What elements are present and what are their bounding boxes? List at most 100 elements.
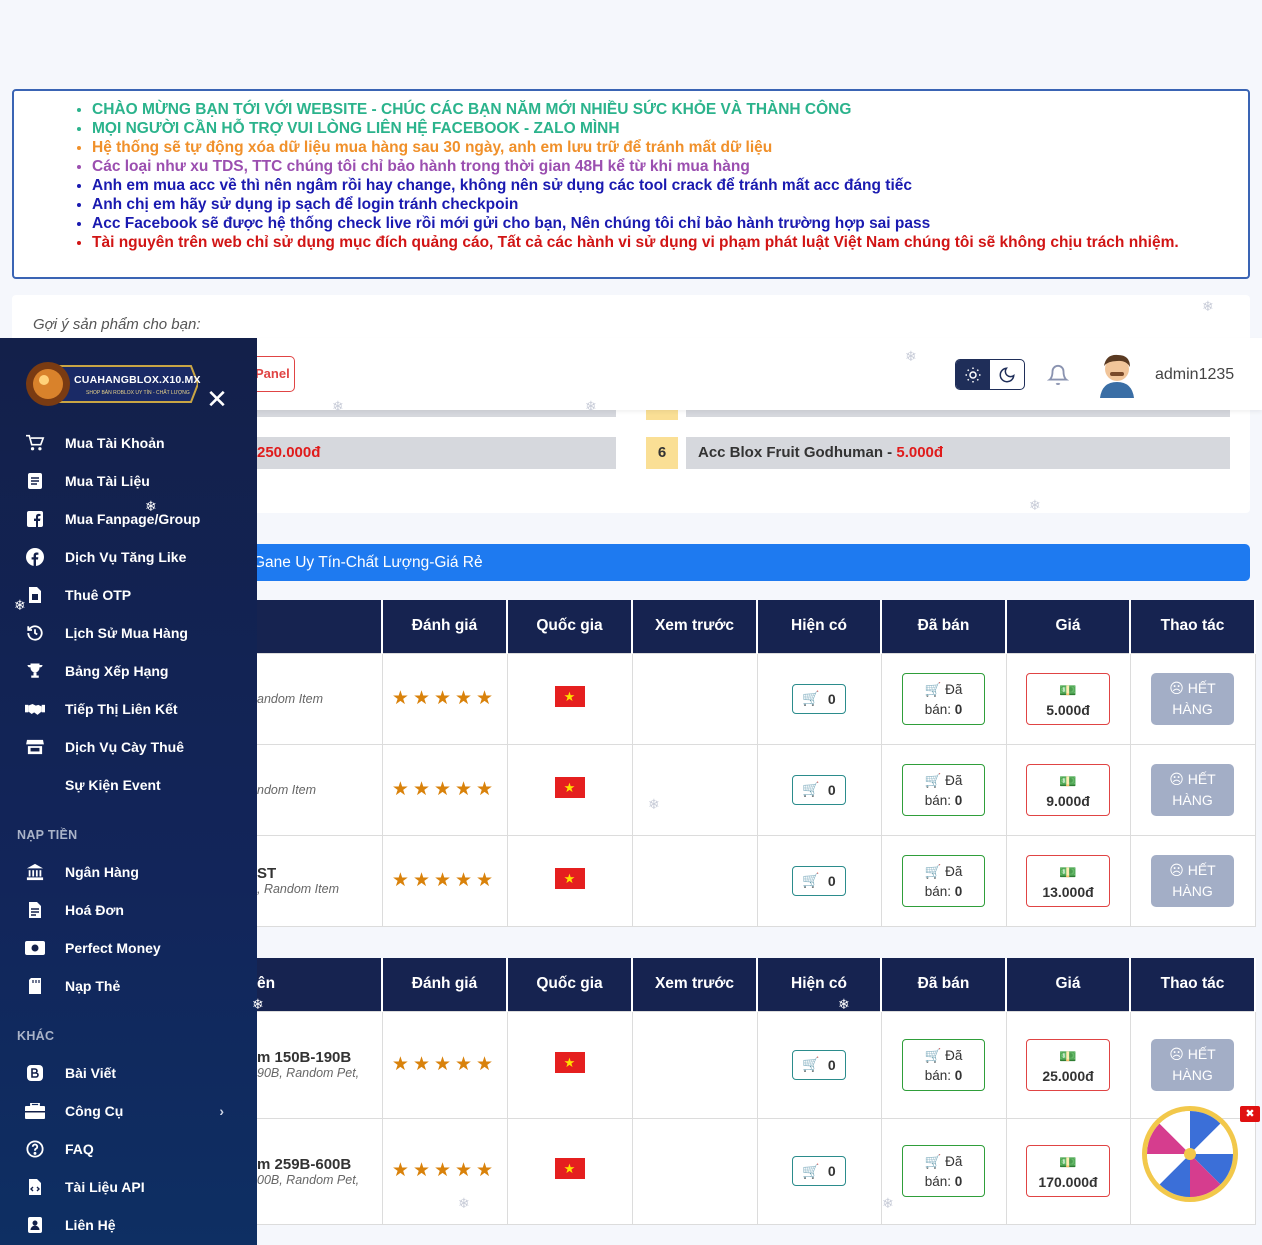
username[interactable]: admin1235: [1155, 366, 1234, 384]
sidebar-item-label: Nạp Thẻ: [65, 978, 121, 994]
sidebar-item-buy-docs[interactable]: Mua Tài Liệu: [0, 462, 257, 500]
out-of-stock-button[interactable]: ☹ HẾT HÀNG: [1151, 672, 1234, 725]
sidebar-item-bank[interactable]: Ngân Hàng: [0, 853, 257, 891]
stock-badge: 🛒 0: [792, 1049, 846, 1080]
sidebar-item-label: Tiếp Thị Liên Kết: [65, 701, 178, 717]
sold-badge: 🛒 Đã bán: 0: [902, 854, 985, 907]
out-of-stock-button[interactable]: ☹ HẾT HÀNG: [1151, 854, 1234, 907]
col-country: Quốc gia: [507, 600, 633, 653]
out-label-2: HÀNG: [1172, 700, 1213, 717]
product-table: Đánh giá Quốc gia Xem trước Hiện có Đã b…: [257, 600, 1256, 927]
rating-stars: ★★★★★: [391, 1053, 498, 1075]
suggest-item-price: 250.000đ: [257, 444, 321, 461]
sidebar-item-blog[interactable]: Bài Viết: [0, 1054, 257, 1092]
sidebar-item-label: Mua Tài Khoản: [65, 435, 165, 451]
sidebar-item-like-service[interactable]: Dịch Vụ Tăng Like: [0, 538, 257, 576]
stock-count: 0: [827, 781, 836, 798]
price-badge: 💵 13.000đ: [1026, 854, 1110, 907]
out-of-stock-button[interactable]: ☹ HẾT HÀNG: [1151, 763, 1234, 816]
vietnam-flag-icon: [554, 776, 585, 798]
vietnam-flag-icon: [554, 867, 585, 889]
sidebar-item-label: Dịch Vụ Tăng Like: [65, 549, 187, 565]
sidebar-item-affiliate[interactable]: Tiếp Thị Liên Kết: [0, 690, 257, 728]
snowflake-icon: ❄: [882, 1195, 894, 1211]
preview-cell: [631, 834, 758, 927]
col-sold: Đã bán: [881, 600, 1007, 653]
event-icon: [25, 775, 45, 795]
avatar[interactable]: [1096, 352, 1138, 398]
sold-count: 0: [954, 792, 963, 808]
sold-badge: 🛒 Đã bán: 0: [902, 1038, 985, 1091]
stock-badge: 🛒 0: [792, 1156, 846, 1186]
col-preview: Xem trước: [632, 600, 758, 653]
out-label: HẾT: [1187, 1045, 1216, 1062]
sidebar-item-label: Lịch Sử Mua Hàng: [65, 625, 188, 641]
sidebar-item-buy-fanpage[interactable]: Mua Fanpage/Group: [0, 500, 257, 538]
sidebar-item-contact[interactable]: Liên Hệ: [0, 1206, 257, 1244]
lucky-wheel[interactable]: [1140, 1104, 1240, 1204]
table-row: m 150B-190B90B, Random Pet, ★★★★★ 🛒0 🛒 Đ…: [257, 1010, 1256, 1119]
stock-count: 0: [827, 1163, 836, 1179]
sold-badge: 🛒 Đã bán: 0: [902, 763, 985, 816]
notice-line: MỌI NGƯỜI CẦN HỖ TRỢ VUI LÒNG LIÊN HỆ FA…: [92, 119, 1248, 138]
sidebar-item-tools[interactable]: Công Cụ ›: [0, 1092, 257, 1130]
contact-icon: [25, 1215, 45, 1235]
suggest-item-number: 6: [646, 437, 678, 469]
col-price: Giá: [1006, 958, 1131, 1011]
sold-count: 0: [954, 701, 963, 717]
sad-face-icon: ☹: [1169, 861, 1188, 878]
sidebar-item-buy-account[interactable]: Mua Tài Khoản: [0, 424, 257, 462]
sold-label-2: bán:: [924, 883, 951, 899]
sun-icon[interactable]: [956, 360, 990, 389]
cart-icon: 🛒: [924, 681, 946, 697]
sidebar-item-event[interactable]: Sự Kiện Event: [0, 766, 257, 804]
site-logo[interactable]: CUAHANGBLOX.X10.MX SHOP BÁN ROBLOX UY TÍ…: [26, 356, 201, 412]
snowflake-icon: ❄: [332, 398, 344, 414]
suggest-item-price: 5.000đ: [896, 444, 944, 461]
col-sold: Đã bán: [881, 958, 1007, 1011]
sidebar-item-otp[interactable]: Thuê OTP: [0, 576, 257, 614]
sidebar-item-perfect-money[interactable]: Perfect Money: [0, 929, 257, 967]
col-rating: Đánh giá: [382, 600, 508, 653]
price-badge: 💵 25.000đ: [1026, 1038, 1110, 1091]
sidebar-item-invoice[interactable]: Hoá Đơn: [0, 891, 257, 929]
close-sidebar-icon[interactable]: ✕: [205, 386, 229, 412]
money-icon: 💵: [1059, 863, 1077, 880]
out-of-stock-button[interactable]: ☹ HẾT HÀNG: [1151, 1038, 1234, 1091]
sidebar-item-faq[interactable]: FAQ: [0, 1130, 257, 1168]
sidebar-item-api-docs[interactable]: Tài Liệu API: [0, 1168, 257, 1206]
snowflake-icon: ❄: [585, 398, 597, 414]
product-desc: 90B, Random Pet,: [257, 1066, 360, 1080]
col-rating: Đánh giá: [382, 958, 508, 1011]
sold-label-2: bán:: [924, 1067, 951, 1083]
preview-cell: [631, 1010, 758, 1119]
wheel-close-icon[interactable]: ✖: [1240, 1106, 1260, 1122]
sold-badge: 🛒 Đã bán: 0: [902, 672, 985, 725]
sidebar-item-history[interactable]: Lịch Sử Mua Hàng: [0, 614, 257, 652]
sidebar-item-ranking[interactable]: Bảng Xếp Hạng: [0, 652, 257, 690]
suggest-item[interactable]: 250.000đ: [257, 437, 616, 469]
bell-icon[interactable]: [1046, 364, 1070, 391]
cart-flatbed-icon: 🛒: [802, 1162, 820, 1179]
sidebar-item-boosting[interactable]: Dịch Vụ Cày Thuê: [0, 728, 257, 766]
sidebar: CUAHANGBLOX.X10.MX SHOP BÁN ROBLOX UY TÍ…: [0, 338, 257, 1245]
section-topup: NẠP TIỀN: [17, 828, 78, 842]
moon-icon[interactable]: [990, 360, 1024, 389]
product-desc: 00B, Random Pet,: [257, 1172, 360, 1187]
suggest-item-6[interactable]: Acc Blox Fruit Godhuman - 5.000đ: [686, 437, 1230, 469]
snowflake-icon: ❄: [1202, 298, 1214, 314]
sold-label-2: bán:: [924, 792, 951, 808]
table-row: ndom Item ★★★★★ 🛒0 🛒 Đãbán: 0 💵9.000đ ☹ …: [257, 743, 1256, 836]
notice-list: CHÀO MỪNG BẠN TỚI VỚI WEBSITE - CHÚC CÁC…: [92, 100, 1248, 252]
sold-badge: 🛒 Đã bán: 0: [902, 1145, 985, 1197]
sold-label-2: bán:: [924, 701, 951, 717]
price-badge: 💵 170.000đ: [1026, 1145, 1110, 1197]
sidebar-item-label: Tài Liệu API: [65, 1179, 145, 1195]
sidebar-item-topup-card[interactable]: Nạp Thẻ: [0, 967, 257, 1005]
out-label: HẾT: [1187, 770, 1216, 787]
price-badge: 💵 9.000đ: [1026, 763, 1110, 816]
cart-icon: 🛒: [924, 772, 946, 788]
theme-toggle[interactable]: [955, 359, 1025, 390]
money-icon: 💵: [1059, 1154, 1077, 1170]
snowflake-icon: ❄: [648, 796, 660, 812]
